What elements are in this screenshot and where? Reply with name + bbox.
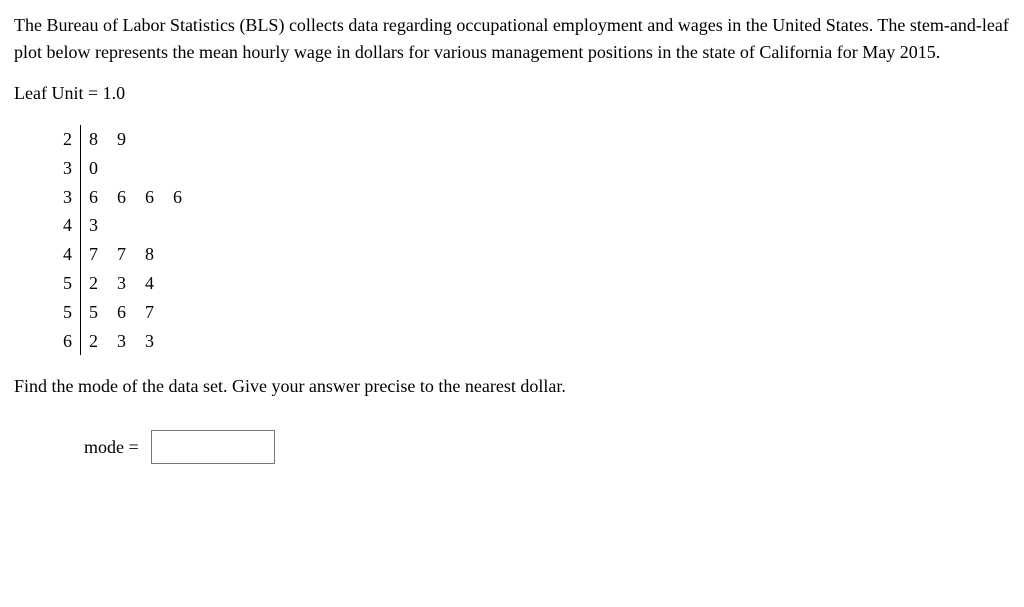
leaf-cell: 8 xyxy=(81,125,110,154)
stemleaf-row: 4 7 7 8 xyxy=(54,240,193,269)
leaf-cell: 9 xyxy=(109,125,137,154)
leaf-unit-label: Leaf Unit = 1.0 xyxy=(14,80,1010,107)
leaf-cell: 7 xyxy=(137,298,165,327)
stem-cell: 4 xyxy=(54,240,81,269)
leaf-cell: 3 xyxy=(137,327,165,356)
leaf-cell: 6 xyxy=(109,183,137,212)
stemleaf-row: 2 8 9 xyxy=(54,125,193,154)
stemleaf-row: 6 2 3 3 xyxy=(54,327,193,356)
stemleaf-row: 5 5 6 7 xyxy=(54,298,193,327)
stemleaf-row: 3 6 6 6 6 xyxy=(54,183,193,212)
leaf-cell: 2 xyxy=(81,269,110,298)
leaf-cell: 8 xyxy=(137,240,165,269)
stem-cell: 5 xyxy=(54,269,81,298)
stem-cell: 3 xyxy=(54,183,81,212)
stem-and-leaf-plot: 2 8 9 3 0 3 6 6 6 6 4 3 4 7 7 8 5 2 3 4 xyxy=(54,125,194,355)
stemleaf-row: 3 0 xyxy=(54,154,193,183)
leaf-cell: 6 xyxy=(137,183,165,212)
stem-cell: 4 xyxy=(54,211,81,240)
stem-cell: 3 xyxy=(54,154,81,183)
leaf-cell: 3 xyxy=(109,269,137,298)
leaf-cell: 7 xyxy=(109,240,137,269)
leaf-cell: 3 xyxy=(109,327,137,356)
leaf-cell: 4 xyxy=(137,269,165,298)
leaf-cell: 6 xyxy=(109,298,137,327)
intro-paragraph: The Bureau of Labor Statistics (BLS) col… xyxy=(14,12,1010,66)
stemleaf-row: 4 3 xyxy=(54,211,193,240)
stemleaf-row: 5 2 3 4 xyxy=(54,269,193,298)
leaf-cell: 0 xyxy=(81,154,110,183)
leaf-cell: 7 xyxy=(81,240,110,269)
leaf-cell: 6 xyxy=(81,183,110,212)
question-text: Find the mode of the data set. Give your… xyxy=(14,373,1010,400)
leaf-cell: 3 xyxy=(81,211,110,240)
answer-label: mode = xyxy=(84,434,139,461)
stem-cell: 5 xyxy=(54,298,81,327)
answer-row: mode = xyxy=(84,430,1010,464)
leaf-cell: 6 xyxy=(165,183,193,212)
stem-cell: 6 xyxy=(54,327,81,356)
leaf-cell: 2 xyxy=(81,327,110,356)
mode-input[interactable] xyxy=(151,430,275,464)
stem-cell: 2 xyxy=(54,125,81,154)
leaf-cell: 5 xyxy=(81,298,110,327)
